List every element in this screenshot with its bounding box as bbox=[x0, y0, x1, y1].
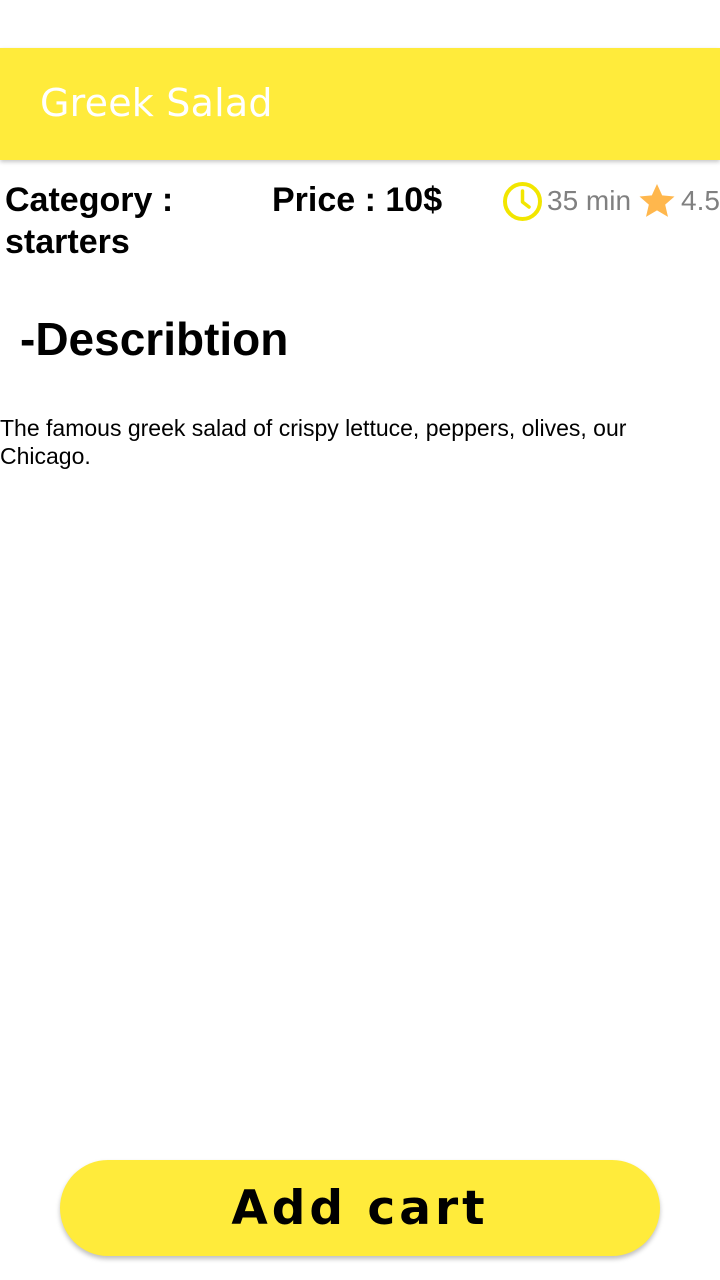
app-bar: Greek Salad bbox=[0, 48, 720, 160]
description-text: The famous greek salad of crispy lettuce… bbox=[0, 415, 627, 469]
star-icon bbox=[639, 184, 675, 217]
add-cart-label: Add cart bbox=[231, 1180, 489, 1236]
category-label: Category : starters bbox=[5, 181, 174, 261]
page-title: Greek Salad bbox=[40, 81, 273, 125]
add-cart-button[interactable]: Add cart bbox=[60, 1160, 660, 1256]
rating-value: 4.5 bbox=[681, 185, 720, 216]
price-label: Price : 10$ bbox=[272, 181, 443, 219]
prep-time: 35 min bbox=[547, 185, 632, 216]
clock-icon bbox=[503, 182, 542, 221]
description-heading: -Describtion bbox=[20, 313, 289, 365]
status-bar bbox=[0, 0, 720, 48]
